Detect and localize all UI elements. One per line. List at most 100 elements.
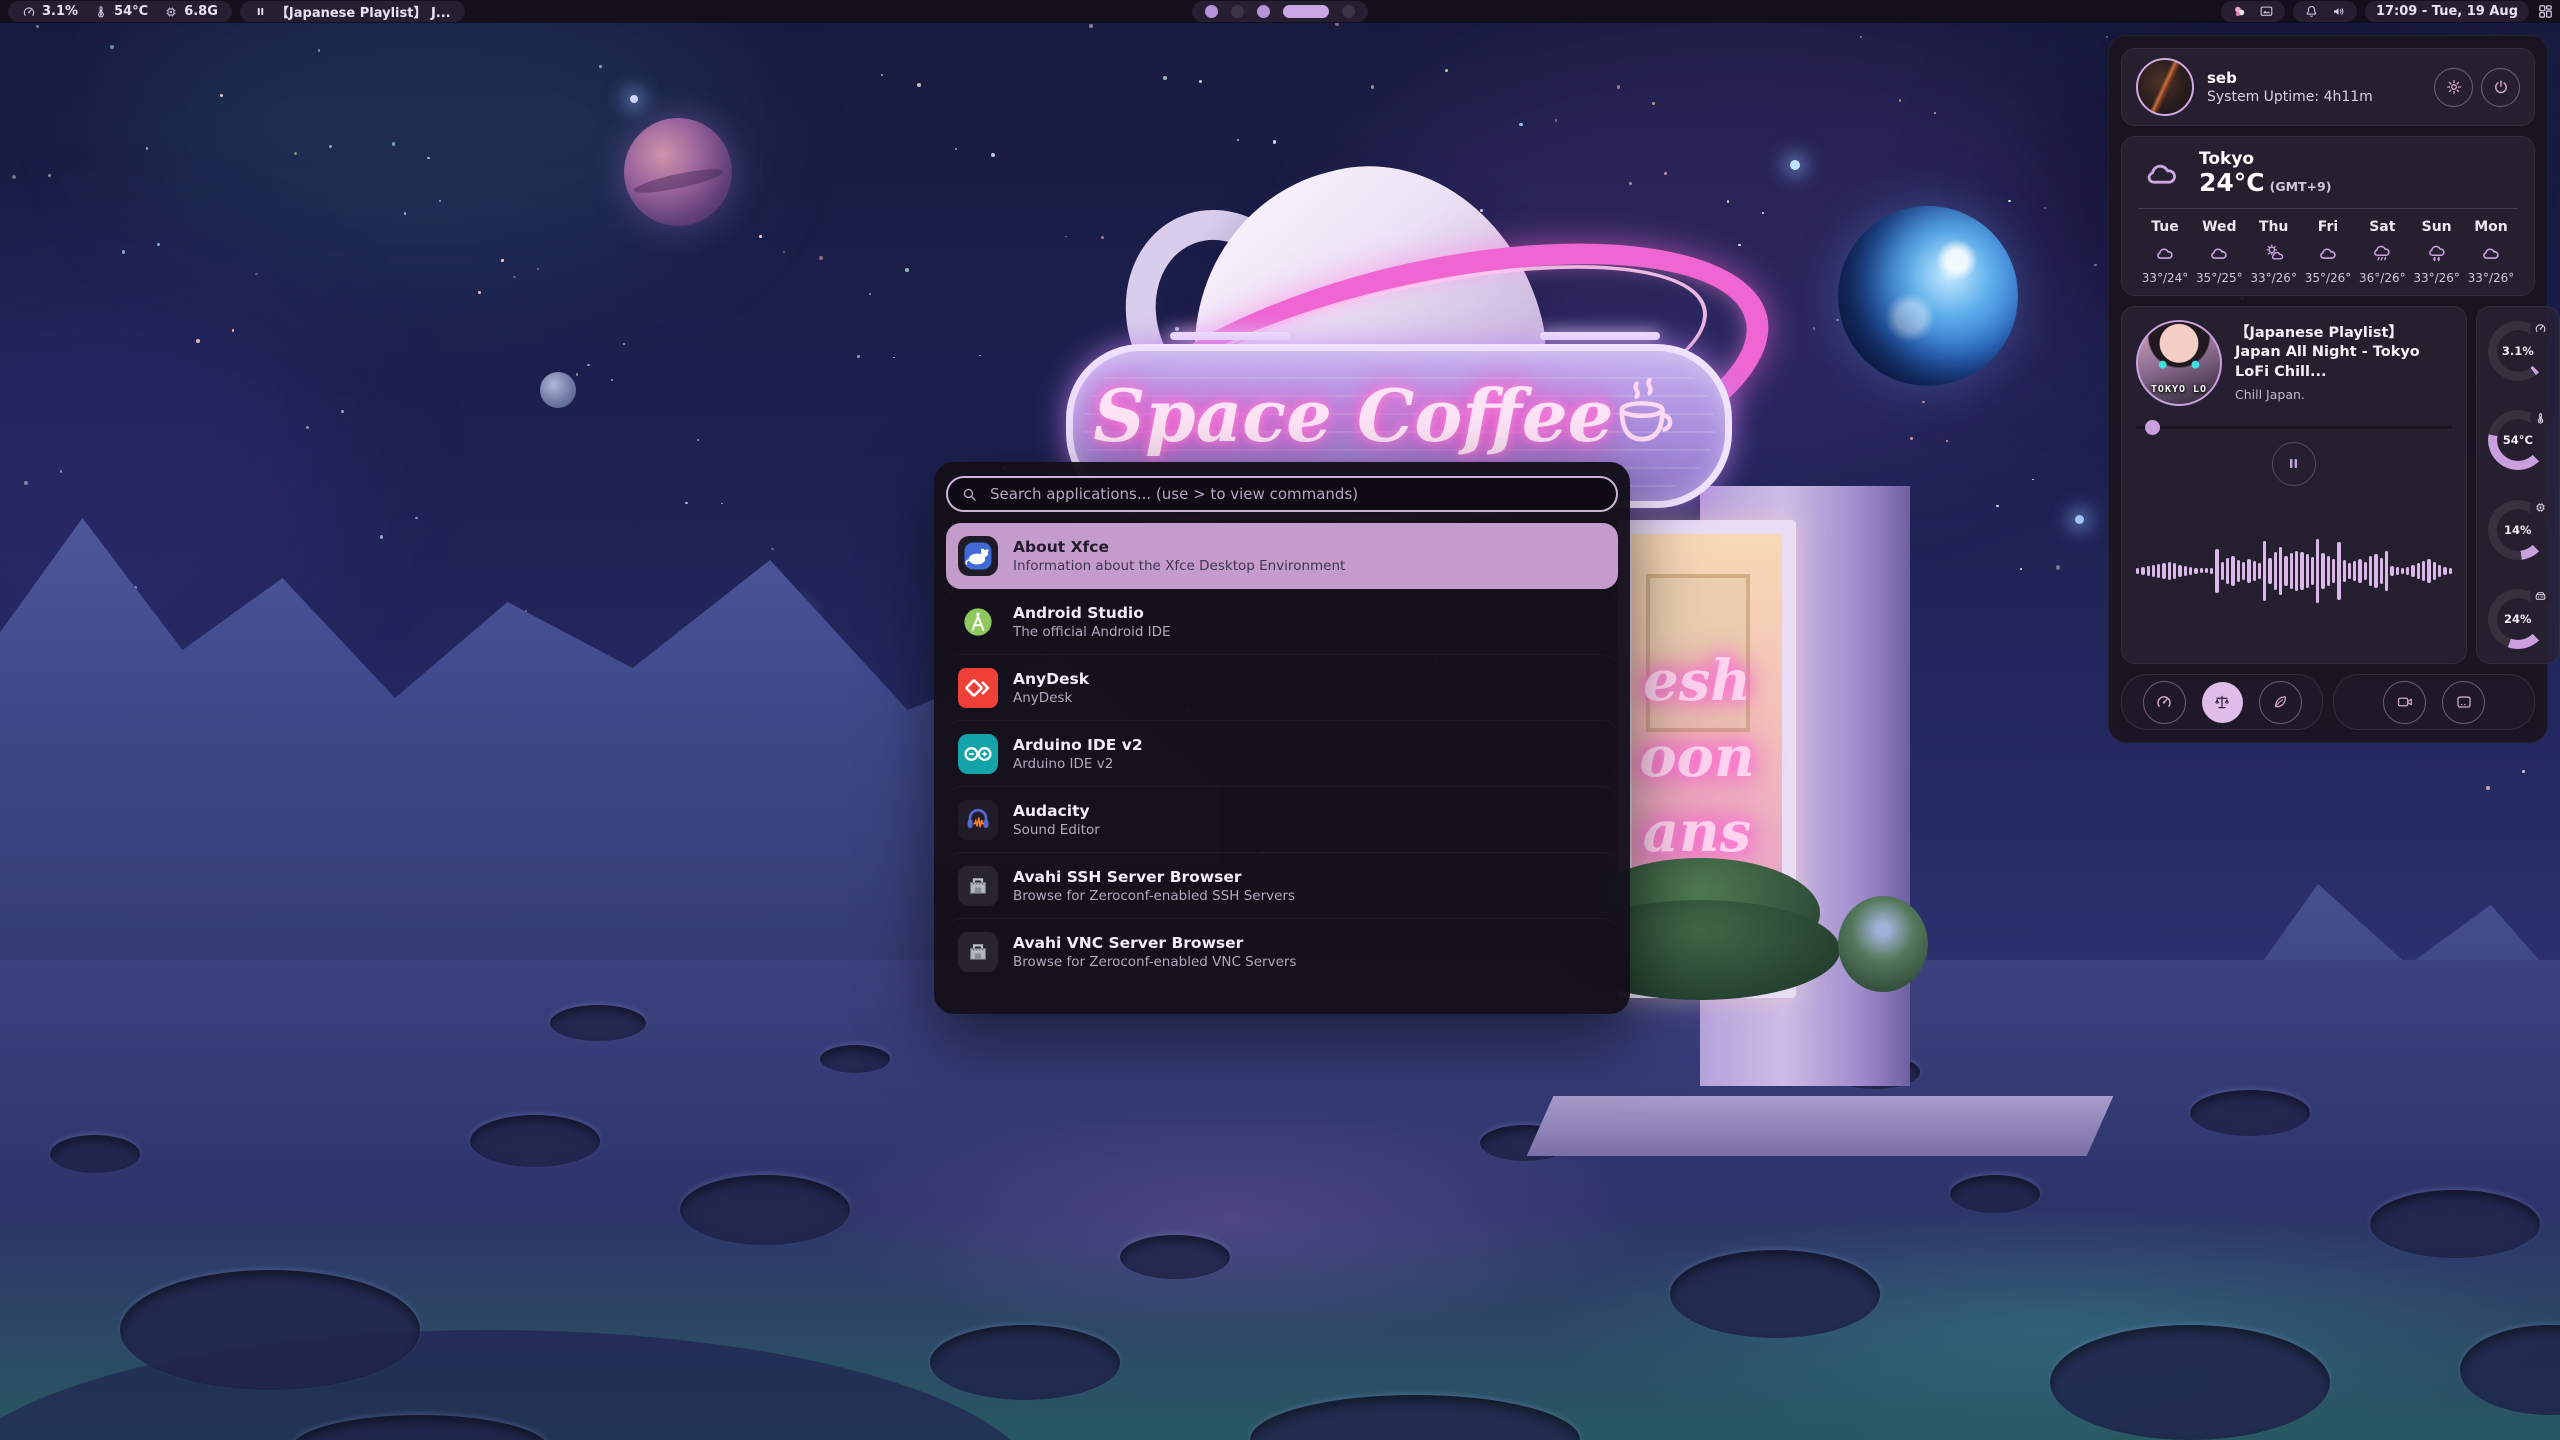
app-result-arduino-ide-v2[interactable]: Arduino IDE v2Arduino IDE v2 xyxy=(946,721,1618,787)
tray-app-icon[interactable] xyxy=(2232,4,2247,19)
storm-icon xyxy=(2425,242,2449,264)
forecast-day-label: Mon xyxy=(2474,219,2508,235)
volume-icon[interactable] xyxy=(2331,4,2346,19)
gear-icon xyxy=(2445,78,2463,96)
avahi-app-icon xyxy=(958,866,998,906)
top-panel: 3.1% 54°C 6.8G 【Japanese Playlist】 J... 17… xyxy=(0,0,2560,23)
gear-button[interactable] xyxy=(2434,68,2473,107)
chip-icon xyxy=(164,5,178,19)
forecast-temps: 36°/26° xyxy=(2359,271,2406,285)
power-icon xyxy=(2492,78,2510,96)
neon-coffee-cup-icon xyxy=(1607,369,1681,469)
display-icon[interactable] xyxy=(2259,4,2274,19)
forecast-temps: 33°/26° xyxy=(2250,271,2297,285)
screenshot-button[interactable] xyxy=(2442,681,2485,724)
app-result-avahi-vnc-server-browser[interactable]: Avahi VNC Server BrowserBrowse for Zeroc… xyxy=(946,919,1618,985)
user-name: seb xyxy=(2207,69,2434,87)
weather-city: Tokyo xyxy=(2199,149,2331,169)
topbar-media-label: 【Japanese Playlist】 J... xyxy=(276,2,451,21)
earth-planet xyxy=(1838,206,2018,386)
pause-icon xyxy=(2285,455,2302,472)
sun-cloud-icon xyxy=(2262,242,2286,264)
video-icon xyxy=(2396,693,2414,711)
system-stats-group: 3.1% 54°C 6.8G xyxy=(8,1,232,22)
speedometer-icon xyxy=(2155,693,2173,711)
app-result-about-xfce[interactable]: About XfceInformation about the Xfce Des… xyxy=(946,523,1618,589)
power-button[interactable] xyxy=(2481,68,2520,107)
album-art: TOKYO LO xyxy=(2136,320,2222,406)
cafe-window-neon-text: esh oon ans xyxy=(1622,644,1772,871)
speedometer-icon xyxy=(2534,322,2547,335)
workspace-dot-1[interactable] xyxy=(1205,5,1218,18)
avatar xyxy=(2136,58,2194,116)
audio-visualizer xyxy=(2136,492,2452,650)
forecast-day-label: Thu xyxy=(2259,219,2288,235)
workspace-dot-5[interactable] xyxy=(1342,5,1355,18)
app-description: AnyDesk xyxy=(1013,690,1089,707)
app-name: Avahi SSH Server Browser xyxy=(1013,867,1295,888)
thermometer-icon xyxy=(2534,412,2547,425)
audacity-app-icon xyxy=(958,800,998,840)
forecast-temps: 35°/25° xyxy=(2196,271,2243,285)
forecast-temps: 33°/26° xyxy=(2413,271,2460,285)
anydesk-app-icon xyxy=(958,668,998,708)
app-description: Arduino IDE v2 xyxy=(1013,756,1143,773)
clock[interactable]: 17:09 - Tue, 19 Aug xyxy=(2376,4,2518,19)
cloud-icon xyxy=(2207,242,2231,264)
chip-icon xyxy=(2534,501,2547,514)
seek-thumb[interactable] xyxy=(2145,420,2160,435)
app-name: Avahi VNC Server Browser xyxy=(1013,933,1296,954)
screen-record-button[interactable] xyxy=(2383,681,2426,724)
play-pause-button[interactable] xyxy=(2272,442,2316,486)
capture-group xyxy=(2333,674,2535,730)
power-profile-power-saver-button[interactable] xyxy=(2259,681,2302,724)
stat-value: 6.8G xyxy=(184,4,218,19)
rain-icon xyxy=(2370,242,2394,264)
app-description: Information about the Xfce Desktop Envir… xyxy=(1013,558,1345,575)
app-description: Browse for Zeroconf-enabled VNC Servers xyxy=(1013,954,1296,971)
search-input[interactable] xyxy=(988,484,1616,504)
desktop: esh oon ans Space Coffee xyxy=(0,0,2560,1440)
app-result-avahi-ssh-server-browser[interactable]: Avahi SSH Server BrowserBrowse for Zeroc… xyxy=(946,853,1618,919)
forecast-sun: Sun33°/26° xyxy=(2410,219,2464,285)
forecast-temps: 33°/26° xyxy=(2468,271,2515,285)
thermometer-icon xyxy=(94,5,108,19)
stat-thermometer: 54°C xyxy=(94,4,148,19)
track-title: 【Japanese Playlist】 Japan All Night - To… xyxy=(2235,324,2452,383)
search-icon xyxy=(961,486,978,503)
app-name: Arduino IDE v2 xyxy=(1013,735,1143,756)
topbar-media-widget[interactable]: 【Japanese Playlist】 J... xyxy=(240,1,465,22)
power-profile-balanced-button[interactable] xyxy=(2202,682,2243,723)
launcher-search[interactable] xyxy=(946,476,1618,512)
stat-chip: 6.8G xyxy=(164,4,218,19)
app-launcher: About XfceInformation about the Xfce Des… xyxy=(934,462,1630,1014)
cafe-sign-text: Space Coffee xyxy=(1073,373,1634,458)
disk-icon xyxy=(2534,590,2547,603)
system-gauges-card: 3.1%54°C14%24% xyxy=(2476,306,2560,664)
overview-grid-icon[interactable] xyxy=(2537,3,2554,20)
gauge-disk: 24% xyxy=(2488,589,2548,649)
cloud-icon xyxy=(2479,242,2503,264)
app-result-audacity[interactable]: AudacitySound Editor xyxy=(946,787,1618,853)
forecast-temps: 33°/24° xyxy=(2142,271,2189,285)
app-result-anydesk[interactable]: AnyDeskAnyDesk xyxy=(946,655,1618,721)
forecast-thu: Thu 33°/26° xyxy=(2247,219,2301,285)
workspace-dot-3[interactable] xyxy=(1257,5,1270,18)
seek-slider[interactable] xyxy=(2136,420,2452,434)
workspace-dot-4[interactable] xyxy=(1283,5,1329,18)
app-description: Sound Editor xyxy=(1013,822,1100,839)
workspace-dot-2[interactable] xyxy=(1231,5,1244,18)
forecast-day-label: Fri xyxy=(2318,219,2338,235)
stat-speedometer: 3.1% xyxy=(22,4,78,19)
avahi-app-icon xyxy=(958,932,998,972)
media-player-card: TOKYO LO 【Japanese Playlist】 Japan All N… xyxy=(2121,306,2467,664)
bell-icon[interactable] xyxy=(2304,4,2319,19)
app-result-android-studio[interactable]: Android StudioThe official Android IDE xyxy=(946,589,1618,655)
user-card: seb System Uptime: 4h11m xyxy=(2121,48,2535,126)
leaf-icon xyxy=(2271,693,2289,711)
power-profile-performance-button[interactable] xyxy=(2143,681,2186,724)
status-indicators xyxy=(2293,1,2357,22)
forecast-tue: Tue33°/24° xyxy=(2138,219,2192,285)
system-uptime: System Uptime: 4h11m xyxy=(2207,89,2434,105)
workspace-indicator xyxy=(1192,1,1368,22)
